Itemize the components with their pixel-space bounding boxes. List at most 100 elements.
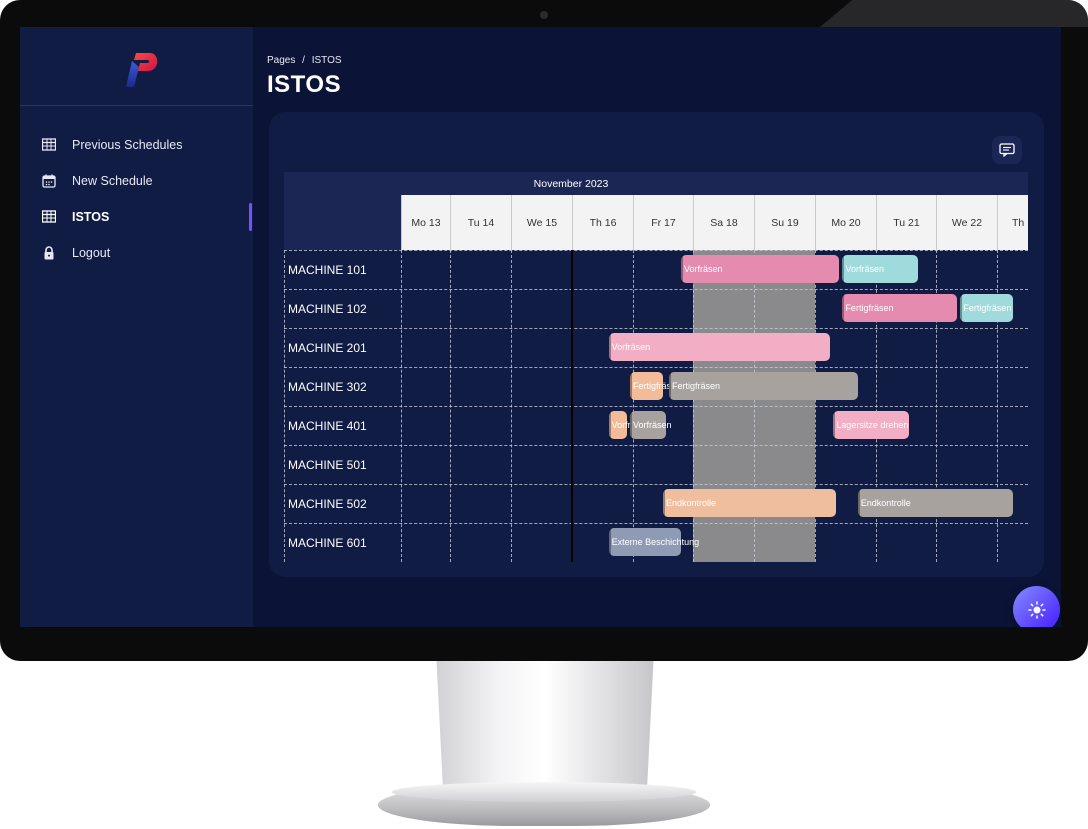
breadcrumb-separator: / — [302, 55, 305, 66]
app-screen: Previous Schedules New Schedule ISTOS Lo… — [20, 27, 1061, 627]
grid-hline — [284, 523, 1028, 524]
task-bar-label: Vorfräsen — [684, 264, 723, 274]
task-bar[interactable]: Externe Beschichtung — [608, 528, 699, 556]
machine-label: MACHINE 102 — [288, 301, 367, 316]
sidebar: Previous Schedules New Schedule ISTOS Lo… — [20, 27, 253, 627]
gantt-day-header-cell: Mo 13 — [401, 195, 450, 250]
task-bar-edge — [842, 255, 845, 283]
task-bar-edge — [842, 294, 845, 322]
message-icon — [999, 143, 1015, 157]
task-bar-edge — [833, 411, 836, 439]
task-bar-label: Fertigfräsen — [963, 303, 1012, 313]
sidebar-item-istos[interactable]: ISTOS — [41, 207, 110, 227]
table-icon — [41, 138, 57, 152]
task-bar-label: Fertigfräsen — [845, 303, 894, 313]
monitor-stand — [436, 661, 654, 796]
machine-label: MACHINE 501 — [288, 457, 367, 472]
sidebar-divider — [20, 105, 253, 106]
task-bar[interactable]: Fertigfräsen — [669, 372, 858, 400]
breadcrumb-current: ISTOS — [311, 55, 342, 66]
task-bar[interactable]: Lagersitze drehen — [833, 411, 909, 439]
monitor-glare — [820, 0, 1088, 27]
task-bar[interactable]: Fertigfräsen — [842, 294, 958, 322]
calendar-icon — [42, 174, 56, 188]
active-indicator — [249, 203, 252, 231]
table-icon — [41, 210, 57, 224]
grid-hline — [284, 445, 1028, 446]
gantt-day-header-cell: Tu 14 — [450, 195, 511, 250]
grid-hline — [284, 406, 1028, 407]
gantt-day-header-cell: Mo 20 — [815, 195, 876, 250]
task-bar[interactable]: Fertigfräsen — [629, 372, 681, 400]
grid-hline — [284, 250, 1028, 251]
task-bar[interactable]: Vorfräsen — [842, 255, 918, 283]
grid-hline — [284, 484, 1028, 485]
machine-label: MACHINE 502 — [288, 496, 367, 511]
task-bar-label: Vorfräsen — [632, 420, 672, 430]
theme-toggle-button[interactable] — [1013, 586, 1060, 627]
gantt-chart: November 2023 Mo 13 Tu 14 We 15 Th 16 Fr 17 S… — [284, 172, 1028, 562]
machine-label: MACHINE 201 — [288, 340, 367, 355]
gantt-day-header-cell: Fr 17 — [633, 195, 693, 250]
gantt-month-label: November 2023 — [533, 177, 609, 190]
message-button[interactable] — [992, 136, 1022, 164]
gantt-grid: MACHINE 101 MACHINE 102 MACHINE 201 MACHINE… — [284, 250, 1028, 562]
machine-label: MACHINE 601 — [288, 535, 367, 550]
task-bar-label: Lagersitze drehen — [836, 420, 909, 430]
camera-icon — [540, 11, 548, 19]
logo-icon — [126, 53, 158, 87]
sidebar-item-label: New Schedule — [72, 174, 153, 188]
sidebar-item-label: Logout — [72, 246, 111, 260]
task-bar[interactable]: Endkontrolle — [857, 489, 1014, 517]
sun-icon — [1027, 600, 1046, 619]
sidebar-item-label: ISTOS — [72, 210, 110, 224]
today-marker — [571, 250, 573, 562]
breadcrumb: Pages / ISTOS — [267, 55, 346, 66]
task-bar-edge — [663, 489, 665, 517]
task-bar-label: Endkontrolle — [666, 498, 717, 508]
page-title: ISTOS — [267, 71, 342, 98]
monitor-base-top — [392, 782, 696, 802]
task-bar[interactable]: Vorfräsen — [608, 333, 831, 361]
gantt-day-header: Mo 13 Tu 14 We 15 Th 16 Fr 17 Sa 18 Su 19 Mo 20… — [401, 195, 1028, 250]
task-bar[interactable]: Endkontrolle — [663, 489, 837, 517]
task-bar-edge — [629, 372, 632, 400]
task-bar-edge — [669, 372, 671, 400]
gantt-day-header-cell: Th — [997, 195, 1027, 250]
machine-label: MACHINE 401 — [288, 418, 367, 433]
task-bar[interactable]: Vorfräsen — [629, 411, 671, 439]
grid-hline — [284, 328, 1028, 329]
gantt-day-header-cell: We 15 — [511, 195, 572, 250]
task-bar-edge — [608, 528, 611, 556]
task-bar-edge — [608, 411, 611, 439]
task-bar-edge — [629, 411, 632, 439]
grid-hline — [284, 367, 1028, 368]
task-bar-edge — [960, 294, 963, 322]
sidebar-item-new-schedule[interactable]: New Schedule — [42, 171, 153, 191]
task-bar[interactable]: Vorfräsen — [681, 255, 840, 283]
gantt-day-header-cell: Tu 21 — [876, 195, 936, 250]
gantt-day-header-cell: We 22 — [936, 195, 997, 250]
sidebar-item-label: Previous Schedules — [72, 138, 183, 152]
breadcrumb-root[interactable]: Pages — [267, 55, 295, 66]
gantt-day-header-cell: Sa 18 — [693, 195, 754, 250]
machine-label: MACHINE 302 — [288, 379, 367, 394]
task-bar-label: Endkontrolle — [860, 498, 911, 508]
grid-hline — [284, 289, 1028, 290]
task-bar-label: Vorfräsen — [611, 342, 651, 352]
task-bar-label: Externe Beschichtung — [611, 537, 700, 547]
task-bar-edge — [857, 489, 860, 517]
gantt-corner — [284, 172, 401, 250]
sidebar-item-previous-schedules[interactable]: Previous Schedules — [41, 135, 183, 155]
task-bar-edge — [608, 333, 611, 361]
task-bar[interactable]: Vorfräsen — [608, 411, 650, 439]
gantt-day-header-cell: Th 16 — [572, 195, 633, 250]
task-bar-label: Vorfräsen — [845, 264, 884, 274]
sidebar-item-logout[interactable]: Logout — [42, 243, 110, 263]
lock-icon — [42, 246, 56, 260]
task-bar-edge — [681, 255, 683, 283]
task-bar[interactable]: Fertigfräsen — [960, 294, 1014, 322]
gantt-day-header-cell: Su 19 — [754, 195, 815, 250]
machine-label: MACHINE 101 — [288, 262, 367, 277]
task-bar-label: Fertigfräsen — [672, 381, 721, 391]
